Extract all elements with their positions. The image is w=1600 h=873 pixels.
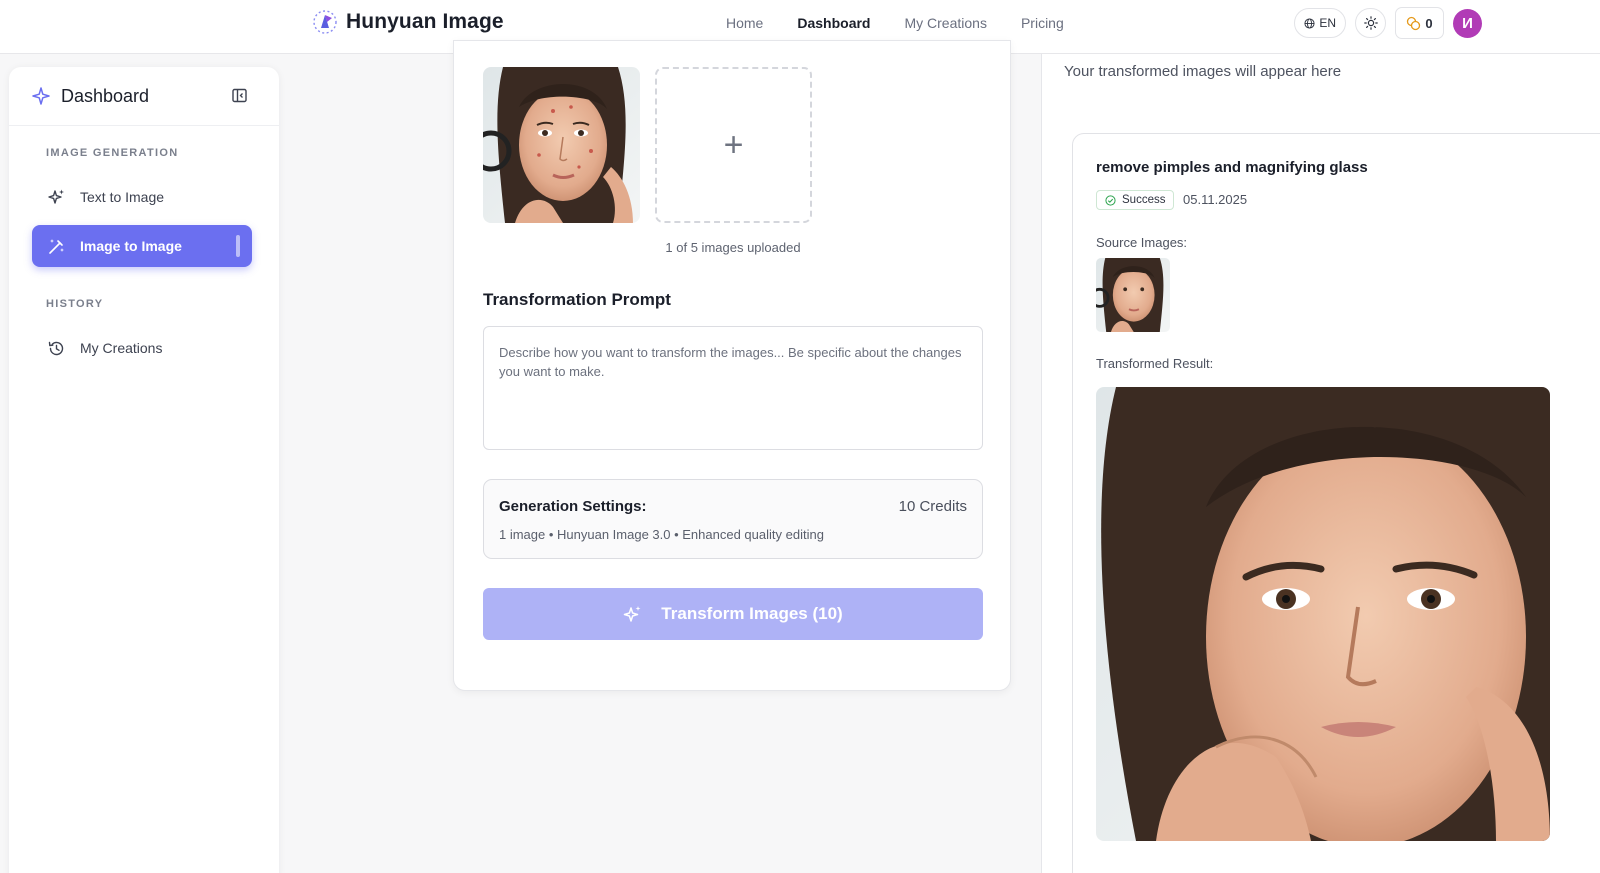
settings-title: Generation Settings: <box>499 498 647 515</box>
credits-balance[interactable]: 0 <box>1395 7 1444 39</box>
prompt-textarea[interactable]: Describe how you want to transform the i… <box>483 326 983 450</box>
source-image-thumbnail[interactable] <box>1096 258 1170 332</box>
brand-logo-icon <box>313 10 337 34</box>
result-card: remove pimples and magnifying glass Succ… <box>1072 133 1600 873</box>
result-prompt: remove pimples and magnifying glass <box>1096 159 1368 176</box>
section-heading-image-generation: IMAGE GENERATION <box>46 147 179 159</box>
sidebar-title: Dashboard <box>61 85 150 106</box>
status-badge: Success <box>1096 190 1175 210</box>
sparkle-icon <box>32 87 50 105</box>
sidebar-item-label: Text to Image <box>80 189 165 205</box>
nav-home[interactable]: Home <box>726 15 763 31</box>
globe-icon <box>1304 17 1315 29</box>
sidebar-collapse-icon[interactable] <box>231 87 249 105</box>
sidebar-item-my-creations[interactable]: My Creations <box>32 327 252 369</box>
credits-count: 0 <box>1425 15 1433 31</box>
transform-button-label: Transform Images (10) <box>661 604 843 623</box>
uploaded-image-thumbnail[interactable] <box>483 67 640 223</box>
active-indicator <box>236 235 240 257</box>
nav-dashboard[interactable]: Dashboard <box>797 15 870 31</box>
nav-pricing[interactable]: Pricing <box>1021 15 1064 31</box>
result-face-image <box>1096 387 1550 841</box>
settings-description: 1 image • Hunyuan Image 3.0 • Enhanced q… <box>499 527 824 542</box>
sparkles-icon <box>624 606 641 622</box>
sparkles-icon <box>48 189 64 204</box>
sidebar-item-label: Image to Image <box>80 238 182 254</box>
sidebar-header: Dashboard <box>9 67 279 126</box>
check-circle-icon <box>1105 194 1116 206</box>
sun-icon <box>1363 16 1378 30</box>
add-image-button[interactable]: + <box>655 67 812 223</box>
brand-logo[interactable]: Hunyuan Image <box>312 9 504 35</box>
sidebar-item-text-to-image[interactable]: Text to Image <box>32 176 252 218</box>
transform-editor-card: + 1 of 5 images uploaded Transformation … <box>453 40 1011 691</box>
history-icon <box>48 341 64 355</box>
theme-toggle[interactable] <box>1355 8 1386 38</box>
uploaded-face-image <box>483 67 640 223</box>
source-face-image <box>1096 258 1170 332</box>
result-date: 05.11.2025 <box>1183 192 1248 207</box>
section-heading-history: HISTORY <box>46 298 104 310</box>
results-subtitle: Your transformed images will appear here <box>1064 63 1342 80</box>
language-label: EN <box>1319 16 1336 30</box>
transformed-result-label: Transformed Result: <box>1096 356 1214 371</box>
language-selector[interactable]: EN <box>1294 8 1346 38</box>
upload-count: 1 of 5 images uploaded <box>665 240 801 255</box>
source-images-label: Source Images: <box>1096 235 1188 250</box>
user-avatar[interactable]: И <box>1453 8 1482 38</box>
transformed-result-image[interactable] <box>1096 387 1550 841</box>
sidebar: Dashboard IMAGE GENERATION Text to Image… <box>9 67 279 873</box>
results-panel: Your transformed images will appear here… <box>1041 54 1600 873</box>
main-nav: Home Dashboard My Creations Pricing <box>726 15 1064 31</box>
coins-icon <box>1407 16 1421 30</box>
settings-credits: 10 Credits <box>898 498 967 515</box>
sidebar-item-image-to-image[interactable]: Image to Image <box>32 225 252 267</box>
sidebar-item-label: My Creations <box>80 340 163 356</box>
app-name: Hunyuan Image <box>346 10 504 33</box>
nav-my-creations[interactable]: My Creations <box>904 15 986 31</box>
magic-wand-icon <box>49 238 64 254</box>
prompt-label: Transformation Prompt <box>483 290 671 309</box>
generation-settings-panel: Generation Settings: 10 Credits 1 image … <box>483 479 983 559</box>
transform-images-button[interactable]: Transform Images (10) <box>483 588 983 640</box>
header-actions: EN 0 И <box>1294 7 1482 39</box>
status-label: Success <box>1122 194 1166 206</box>
